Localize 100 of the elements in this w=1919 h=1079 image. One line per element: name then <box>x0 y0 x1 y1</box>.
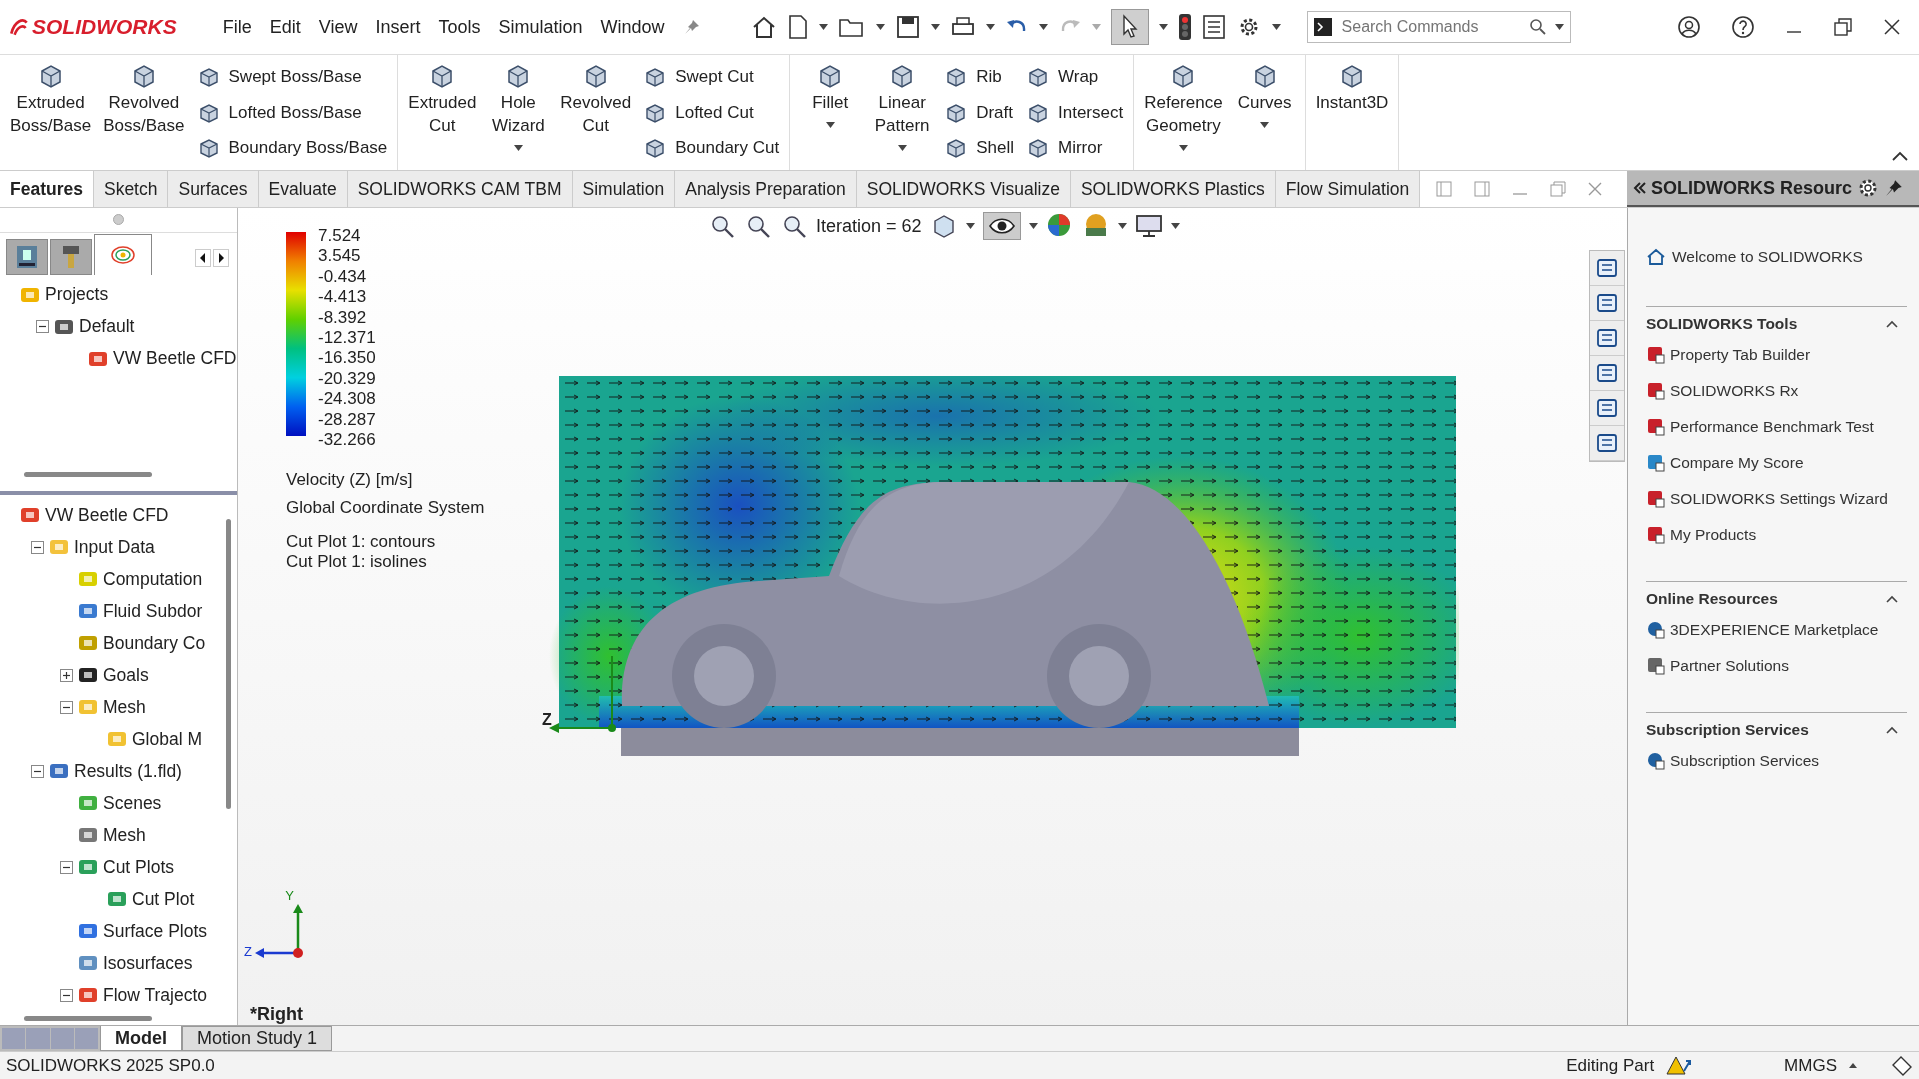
collapse-toggle[interactable] <box>36 320 49 334</box>
resource-link[interactable]: Property Tab Builder <box>1646 337 1907 373</box>
save-icon[interactable] <box>894 14 921 40</box>
tree-item[interactable]: Flow Trajecto <box>103 984 208 1006</box>
tree-item[interactable]: Results (1.fld) <box>74 760 182 782</box>
search-bar[interactable]: Search Commands <box>1306 11 1571 43</box>
caret-icon[interactable] <box>825 122 835 128</box>
collapse-icon[interactable] <box>1885 725 1899 735</box>
tree-item[interactable]: Input Data <box>74 536 155 558</box>
menu-item[interactable]: View <box>318 16 358 38</box>
resource-link[interactable]: Partner Solutions <box>1646 648 1907 684</box>
ribbon-button[interactable]: Intersect <box>1026 96 1124 129</box>
tree-item[interactable]: Fluid Subdor <box>103 600 203 622</box>
tree-item[interactable]: Cut Plot <box>132 888 195 910</box>
ribbon-button[interactable]: Revolved Cut <box>556 55 636 170</box>
tree-item[interactable]: Default <box>79 316 135 338</box>
caret-icon[interactable] <box>1038 24 1048 30</box>
ribbon-button[interactable]: Curves <box>1230 55 1299 170</box>
collapse-toggle[interactable] <box>31 764 44 778</box>
caret-icon[interactable] <box>1271 24 1281 30</box>
scroll-right-button[interactable] <box>213 248 229 267</box>
command-tab[interactable]: SOLIDWORKS CAM TBM <box>347 171 573 207</box>
collapse-toggle[interactable] <box>60 700 73 714</box>
resource-link[interactable]: Welcome to SOLIDWORKS <box>1646 248 1907 266</box>
resource-link[interactable]: SOLIDWORKS Settings Wizard <box>1646 481 1907 517</box>
ribbon-button[interactable]: Revolved Boss/Base <box>99 55 189 170</box>
scrollbar-thumb[interactable] <box>24 1015 152 1021</box>
tree-item[interactable]: Surface Plots <box>103 920 208 942</box>
menu-item[interactable]: Edit <box>269 16 301 38</box>
menu-item[interactable]: Window <box>600 16 665 38</box>
ribbon-button[interactable]: Hole Wizard <box>484 55 553 170</box>
resource-link[interactable]: Subscription Services <box>1646 743 1907 779</box>
caret-icon[interactable] <box>818 24 828 30</box>
scroll-left-button[interactable] <box>195 248 211 267</box>
command-tab[interactable]: Sketch <box>93 171 169 207</box>
collapse-toggle[interactable] <box>60 988 73 1002</box>
ribbon-button[interactable]: Fillet <box>796 55 865 170</box>
ribbon-button[interactable]: Lofted Cut <box>643 96 780 129</box>
caret-icon[interactable] <box>1028 223 1038 229</box>
traffic-light-icon[interactable] <box>1177 13 1192 41</box>
command-tab[interactable]: SOLIDWORKS Plastics <box>1070 171 1276 207</box>
menu-item[interactable]: Tools <box>438 16 481 38</box>
model-tab[interactable]: Model <box>100 1026 182 1051</box>
panel-splitter[interactable] <box>0 491 237 496</box>
hide-show-button[interactable] <box>982 212 1021 240</box>
caret-icon[interactable] <box>1158 24 1168 30</box>
command-tab[interactable]: Analysis Preparation <box>675 171 857 207</box>
resource-link[interactable]: Compare My Score <box>1646 445 1907 481</box>
ribbon-button[interactable]: Lofted Boss/Base <box>196 96 388 129</box>
resource-link[interactable]: Performance Benchmark Test <box>1646 409 1907 445</box>
panel-handle[interactable] <box>113 214 124 226</box>
ribbon-button[interactable]: Wrap <box>1026 61 1124 93</box>
tree-item[interactable]: VW Beetle CFD <box>45 504 169 526</box>
tree-item[interactable]: Boundary Co <box>103 632 206 654</box>
tile-left-icon[interactable] <box>1435 180 1453 198</box>
caret-icon[interactable] <box>1170 223 1180 229</box>
ribbon-button[interactable]: Extruded Boss/Base <box>6 55 96 170</box>
help-icon[interactable] <box>1731 15 1755 39</box>
command-tab[interactable]: Flow Simulation <box>1275 171 1421 207</box>
expand-toggle[interactable] <box>60 668 73 682</box>
select-button[interactable] <box>1110 9 1149 45</box>
menu-item[interactable]: File <box>222 16 252 38</box>
caret-icon[interactable] <box>1260 122 1270 128</box>
tree-item[interactable]: Computation <box>103 568 203 590</box>
tile-right-icon[interactable] <box>1473 180 1491 198</box>
caret-icon[interactable] <box>1117 223 1127 229</box>
command-tab[interactable]: Surfaces <box>168 171 259 207</box>
tree-item[interactable]: Scenes <box>103 792 162 814</box>
command-tab[interactable]: Evaluate <box>258 171 348 207</box>
caret-icon[interactable] <box>1178 145 1188 151</box>
manager-tab[interactable] <box>6 238 48 275</box>
close-icon[interactable] <box>1883 18 1901 36</box>
restore-icon[interactable] <box>1833 17 1853 37</box>
tree-item[interactable]: Mesh <box>103 696 146 718</box>
command-tab[interactable]: SOLIDWORKS Visualize <box>856 171 1071 207</box>
warning-icon[interactable] <box>1666 1054 1693 1077</box>
scrollbar-thumb[interactable] <box>24 471 152 477</box>
monitor-icon[interactable] <box>1134 213 1163 239</box>
resource-link[interactable]: My Products <box>1646 517 1907 553</box>
ribbon-button[interactable]: Boundary Cut <box>643 132 780 164</box>
caret-icon[interactable] <box>930 24 940 30</box>
manager-tab[interactable] <box>50 238 92 275</box>
resource-link[interactable]: 3DEXPERIENCE Marketplace <box>1646 612 1907 648</box>
ribbon-button[interactable]: Mirror <box>1026 132 1124 164</box>
collapse-ribbon-icon[interactable] <box>1891 150 1909 162</box>
caret-icon[interactable] <box>875 24 885 30</box>
ribbon-button[interactable]: Linear Pattern <box>868 55 937 170</box>
caret-icon[interactable] <box>1849 1063 1857 1068</box>
tree-item[interactable]: Global M <box>132 728 203 750</box>
caret-icon[interactable] <box>897 145 907 151</box>
double-chevron-icon[interactable] <box>1633 181 1647 195</box>
caret-icon[interactable] <box>985 24 995 30</box>
collapse-toggle[interactable] <box>60 860 73 874</box>
pin-icon[interactable] <box>682 18 701 36</box>
tree-item[interactable]: Mesh <box>103 824 146 846</box>
ribbon-button[interactable]: Shell <box>944 132 1014 164</box>
command-tab[interactable]: Features <box>0 171 94 207</box>
ribbon-button[interactable]: Swept Cut <box>643 61 780 93</box>
resource-link[interactable]: SOLIDWORKS Rx <box>1646 373 1907 409</box>
caret-icon[interactable] <box>965 223 975 229</box>
